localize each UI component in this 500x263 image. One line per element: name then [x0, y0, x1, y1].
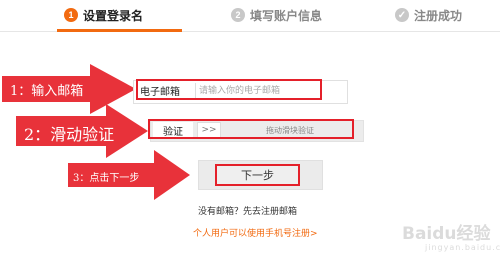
baidu-watermark: Baidu经验 jingyan.baidu.com — [392, 221, 500, 255]
verify-highlight-box — [148, 119, 354, 139]
next-button[interactable]: 下一步 — [215, 164, 300, 186]
check-icon: ✓ — [395, 8, 409, 22]
step-1-label: 设置登录名 — [83, 8, 144, 23]
step-3: ✓ 注册成功 — [395, 6, 462, 24]
annotation-1-text: 1：输入邮箱 — [10, 84, 84, 99]
register-email-link[interactable]: 没有邮箱？先去注册邮箱 — [198, 204, 297, 217]
step-1-number: 1 — [64, 8, 78, 22]
step-2-number: 2 — [231, 8, 245, 22]
email-highlight-box — [136, 79, 322, 100]
annotation-2-text: 2：滑动验证 — [24, 125, 115, 144]
step-1: 1 设置登录名 — [64, 6, 143, 24]
phone-register-link[interactable]: 个人用户可以使用手机号注册> — [193, 226, 318, 239]
watermark-text: Baidu经验 — [402, 224, 491, 244]
annotation-3-text: 3：点击下一步 — [73, 173, 140, 184]
step-progress-bar: 1 设置登录名 2 填写账户信息 ✓ 注册成功 — [0, 0, 500, 32]
step-3-label: 注册成功 — [414, 8, 463, 23]
step-2: 2 填写账户信息 — [231, 6, 322, 24]
watermark-sub: jingyan.baidu.com — [425, 243, 500, 252]
step-2-label: 填写账户信息 — [250, 8, 323, 23]
active-step-underline — [57, 29, 182, 32]
